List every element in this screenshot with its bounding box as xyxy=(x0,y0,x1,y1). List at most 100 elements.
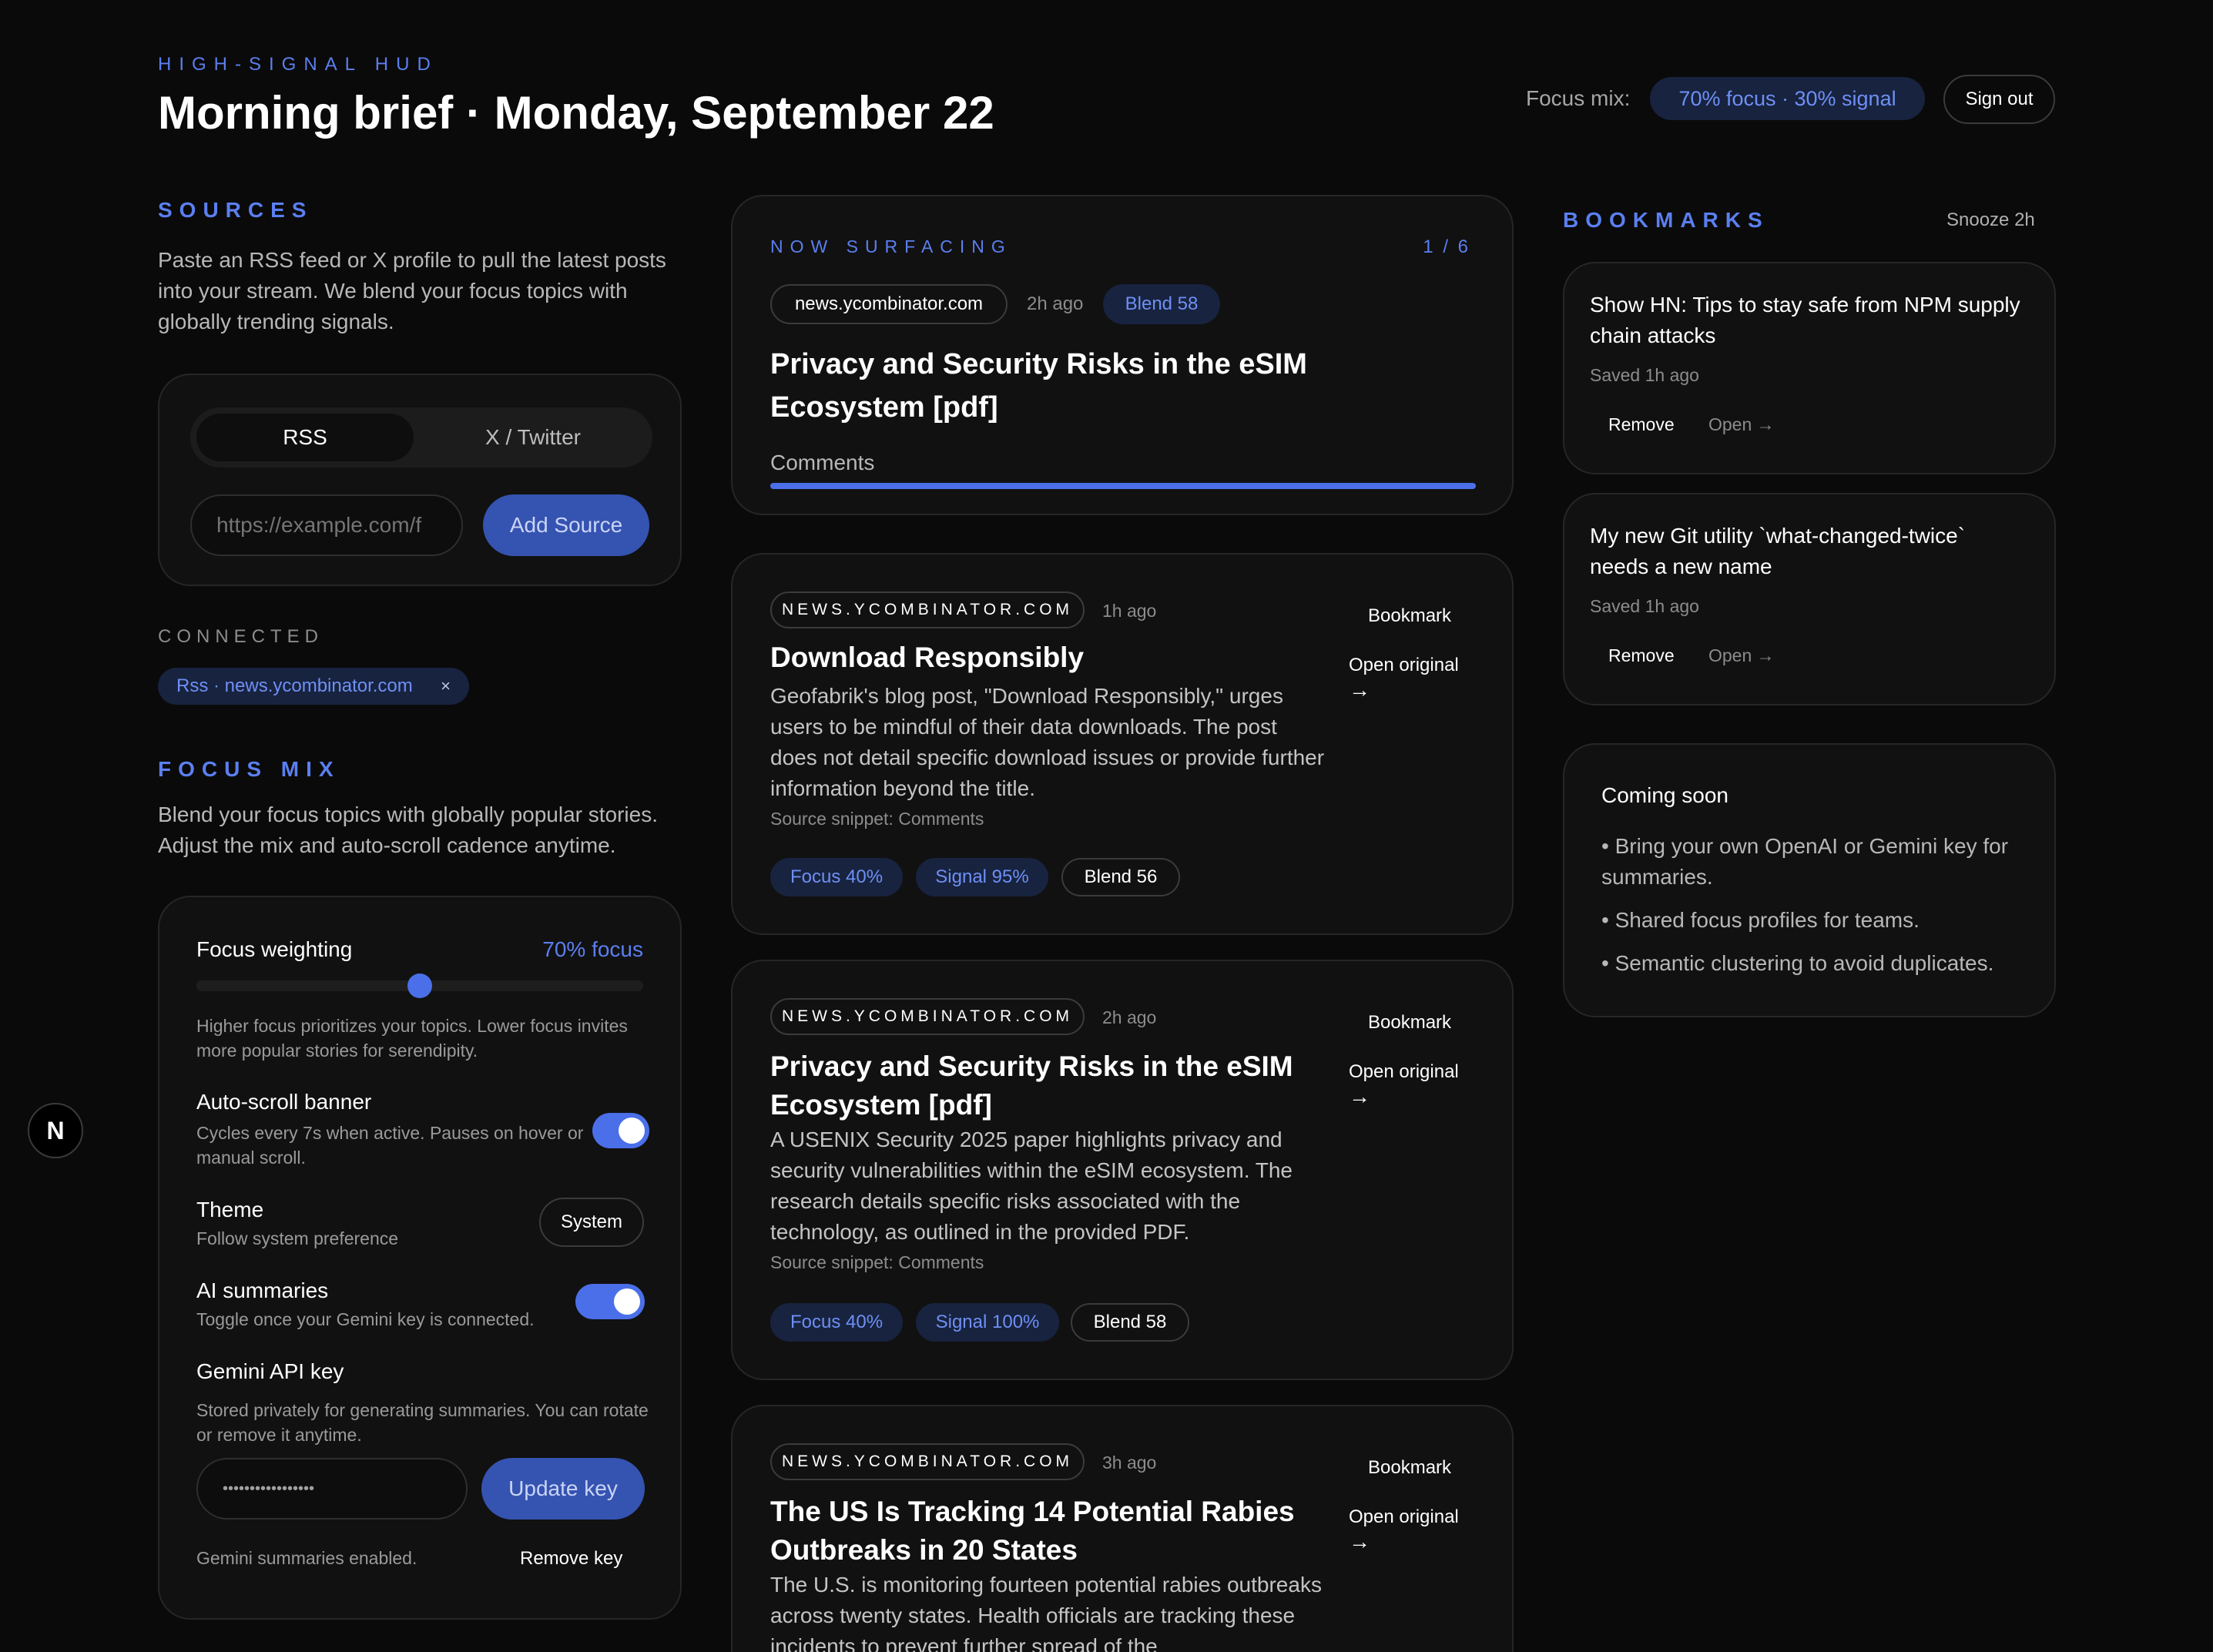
feed-source-tag: NEWS.YCOMBINATOR.COM xyxy=(770,998,1085,1035)
next-dev-badge[interactable]: N xyxy=(28,1103,83,1158)
feed-blend-badge: Blend 58 xyxy=(1071,1303,1189,1342)
now-surfacing-progress xyxy=(770,483,1476,489)
theme-help: Follow system preference xyxy=(196,1228,399,1248)
ai-summaries-help: Toggle once your Gemini key is connected… xyxy=(196,1309,535,1329)
connected-heading: CONNECTED xyxy=(158,626,324,647)
app-kicker: HIGH-SIGNAL HUD xyxy=(158,54,438,75)
feed-card: NEWS.YCOMBINATOR.COM 1h ago Download Res… xyxy=(731,553,1514,935)
feed-title[interactable]: Privacy and Security Risks in the eSIM E… xyxy=(770,1047,1340,1124)
coming-soon-item: • Shared focus profiles for teams. xyxy=(1601,908,1920,932)
feed-signal-badge: Signal 100% xyxy=(916,1303,1059,1342)
coming-soon-card: Coming soon • Bring your own OpenAI or G… xyxy=(1563,743,2056,1017)
now-surfacing-age: 2h ago xyxy=(1027,293,1084,314)
feed-age: 1h ago xyxy=(1102,601,1157,621)
now-surfacing-counter: 1 / 6 xyxy=(1423,236,1470,257)
feed-summary: Geofabrik's blog post, "Download Respons… xyxy=(770,684,1325,800)
theme-label: Theme xyxy=(196,1198,264,1221)
feed-title[interactable]: The US Is Tracking 14 Potential Rabies O… xyxy=(770,1493,1340,1570)
focus-mix-description: Blend your focus topics with globally po… xyxy=(158,803,659,857)
bookmark-card: My new Git utility `what-changed-twice` … xyxy=(1563,493,2056,705)
update-key-button[interactable]: Update key xyxy=(481,1458,645,1520)
bookmark-button[interactable]: Bookmark xyxy=(1368,605,1451,627)
arrow-right-icon[interactable]: → xyxy=(1349,678,1370,702)
feed-snippet: Source snippet: Comments xyxy=(770,809,984,829)
tab-rss[interactable]: RSS xyxy=(196,414,414,461)
feed-blend-badge: Blend 56 xyxy=(1061,858,1180,896)
gemini-key-label: Gemini API key xyxy=(196,1359,344,1383)
bookmark-remove-button[interactable]: Remove xyxy=(1608,414,1675,435)
autoscroll-toggle[interactable] xyxy=(592,1113,649,1148)
bookmark-saved: Saved 1h ago xyxy=(1590,596,1699,616)
tab-x-twitter[interactable]: X / Twitter xyxy=(421,414,645,461)
focus-mix-badge: 70% focus · 30% signal xyxy=(1650,77,1925,120)
remove-source-icon[interactable]: × xyxy=(441,676,451,696)
theme-select[interactable]: System xyxy=(539,1198,644,1247)
gemini-status: Gemini summaries enabled. xyxy=(196,1548,417,1568)
connected-source-chip: Rss · news.ycombinator.com × xyxy=(158,668,469,705)
bookmark-remove-button[interactable]: Remove xyxy=(1608,645,1675,666)
now-surfacing-blend: Blend 58 xyxy=(1103,284,1220,324)
arrow-right-icon[interactable]: → xyxy=(1349,1084,1370,1109)
ai-summaries-label: AI summaries xyxy=(196,1278,329,1302)
feed-age: 2h ago xyxy=(1102,1007,1157,1027)
feed-title[interactable]: Download Responsibly xyxy=(770,642,1084,674)
autoscroll-label: Auto-scroll banner xyxy=(196,1090,372,1114)
focus-mix-card: Focus weighting 70% focus Higher focus p… xyxy=(158,896,682,1620)
bookmark-title[interactable]: Show HN: Tips to stay safe from NPM supp… xyxy=(1590,290,2021,351)
feed-summary: The U.S. is monitoring fourteen potentia… xyxy=(770,1573,1322,1652)
coming-soon-item: • Semantic clustering to avoid duplicate… xyxy=(1601,951,1994,975)
arrow-right-icon[interactable]: → xyxy=(1349,1530,1370,1554)
now-surfacing-sub: Comments xyxy=(770,451,875,474)
source-input-card: RSS X / Twitter Add Source xyxy=(158,374,682,586)
focus-weighting-label: Focus weighting xyxy=(196,937,353,961)
ai-summaries-toggle[interactable] xyxy=(575,1284,645,1319)
autoscroll-help: Cycles every 7s when active. Pauses on h… xyxy=(196,1123,584,1168)
bookmark-open-link[interactable]: Open → xyxy=(1708,645,1775,666)
sources-description: Paste an RSS feed or X profile to pull t… xyxy=(158,248,666,333)
gemini-key-help: Stored privately for generating summarie… xyxy=(196,1400,649,1445)
feed-focus-badge: Focus 40% xyxy=(770,858,903,896)
now-surfacing-source: news.ycombinator.com xyxy=(770,284,1008,324)
feed-card: NEWS.YCOMBINATOR.COM 2h ago Privacy and … xyxy=(731,960,1514,1380)
feed-focus-badge: Focus 40% xyxy=(770,1303,903,1342)
sources-heading: SOURCES xyxy=(158,198,314,222)
remove-key-button[interactable]: Remove key xyxy=(520,1548,622,1570)
now-surfacing-card[interactable]: NOW SURFACING 1 / 6 news.ycombinator.com… xyxy=(731,195,1514,515)
focus-weighting-slider[interactable] xyxy=(196,973,643,998)
focus-weighting-help: Higher focus prioritizes your topics. Lo… xyxy=(196,1016,628,1061)
bookmark-card: Show HN: Tips to stay safe from NPM supp… xyxy=(1563,262,2056,474)
feed-source-tag: NEWS.YCOMBINATOR.COM xyxy=(770,591,1085,628)
focus-mix-label: Focus mix: xyxy=(1526,86,1631,110)
coming-soon-item: • Bring your own OpenAI or Gemini key fo… xyxy=(1601,834,2009,889)
now-surfacing-kicker: NOW SURFACING xyxy=(770,236,1012,256)
snooze-button[interactable]: Snooze 2h xyxy=(1946,209,2035,231)
feed-snippet: Source snippet: Comments xyxy=(770,1252,984,1272)
feed-summary: A USENIX Security 2025 paper highlights … xyxy=(770,1128,1293,1244)
open-original-link[interactable]: Open original xyxy=(1349,1061,1459,1083)
focus-weighting-value: 70% focus xyxy=(542,937,643,961)
bookmark-saved: Saved 1h ago xyxy=(1590,365,1699,385)
bookmark-open-link[interactable]: Open → xyxy=(1708,414,1775,435)
gemini-key-input[interactable]: ••••••••••••••••• xyxy=(196,1458,468,1520)
coming-soon-title: Coming soon xyxy=(1601,783,1728,807)
slider-handle[interactable] xyxy=(407,973,432,998)
feed-signal-badge: Signal 95% xyxy=(916,858,1048,896)
now-surfacing-title[interactable]: Privacy and Security Risks in the eSIM E… xyxy=(770,343,1464,429)
bookmark-button[interactable]: Bookmark xyxy=(1368,1457,1451,1479)
sign-out-button[interactable]: Sign out xyxy=(1943,75,2055,124)
source-url-input[interactable] xyxy=(190,494,463,556)
bookmarks-heading: BOOKMARKS xyxy=(1563,208,1769,232)
open-original-link[interactable]: Open original xyxy=(1349,655,1459,676)
focus-mix-heading: FOCUS MIX xyxy=(158,757,340,781)
connected-source-label: Rss · news.ycombinator.com xyxy=(176,675,413,696)
feed-source-tag: NEWS.YCOMBINATOR.COM xyxy=(770,1443,1085,1480)
page-title: Morning brief · Monday, September 22 xyxy=(158,87,994,139)
add-source-button[interactable]: Add Source xyxy=(483,494,649,556)
feed-card: NEWS.YCOMBINATOR.COM 3h ago The US Is Tr… xyxy=(731,1405,1514,1652)
progress-fill xyxy=(770,483,1476,489)
bookmark-button[interactable]: Bookmark xyxy=(1368,1012,1451,1034)
bookmark-title[interactable]: My new Git utility `what-changed-twice` … xyxy=(1590,521,2021,582)
open-original-link[interactable]: Open original xyxy=(1349,1506,1459,1528)
source-type-tabs: RSS X / Twitter xyxy=(190,407,652,467)
feed-age: 3h ago xyxy=(1102,1453,1157,1473)
